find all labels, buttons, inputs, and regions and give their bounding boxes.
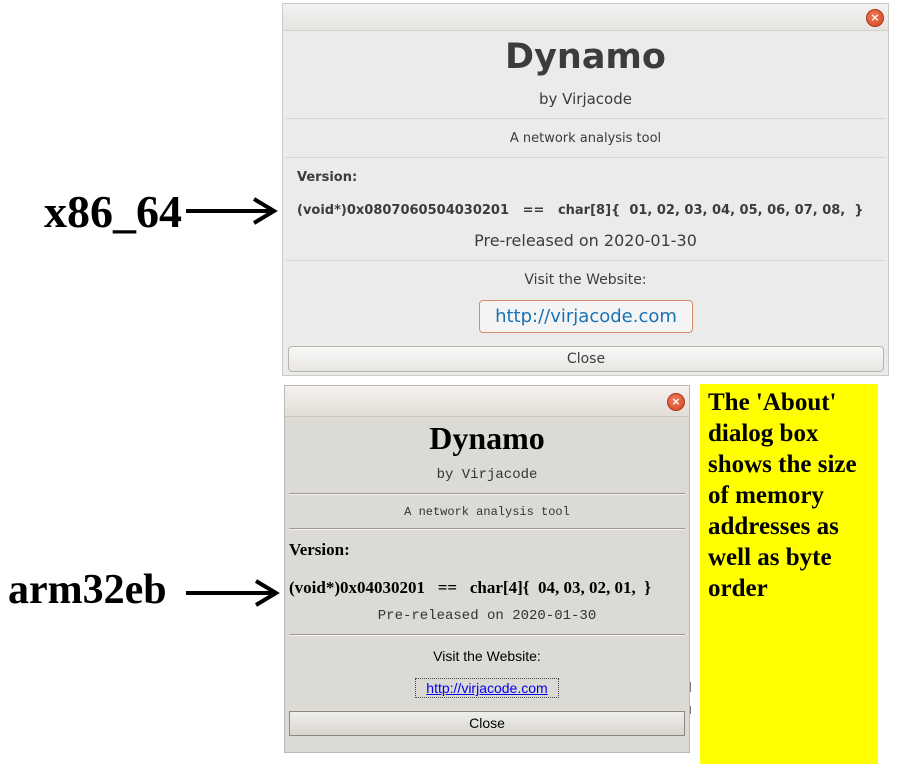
app-author: by Virjacode [436,467,538,483]
annotation-note: The 'About' dialog box shows the size of… [700,384,878,764]
close-icon[interactable]: × [667,393,685,411]
release-date: Pre-released on 2020-01-30 [377,608,597,624]
separator [289,634,685,636]
separator [289,528,685,530]
dialog-titlebar[interactable]: × [283,4,888,31]
arrow-right-icon [186,197,278,225]
divider [690,706,691,714]
app-title: Dynamo [429,420,545,456]
website-link[interactable]: http://virjacode.com [479,300,693,333]
version-heading: Version: [289,540,350,559]
separator [285,260,886,261]
about-dialog-x86-64: × Dynamo by Virjacode A network analysis… [282,3,889,376]
close-button[interactable]: Close [288,346,884,372]
visit-website-label: Visit the Website: [524,272,647,288]
visit-website-label: Visit the Website: [433,648,541,664]
release-date: Pre-released on 2020-01-30 [474,231,697,250]
separator [289,493,685,495]
app-description: A network analysis tool [404,505,570,519]
arrow-right-icon [186,579,280,607]
about-dialog-arm32eb: × Dynamo by Virjacode A network analysis… [284,385,691,753]
version-info: (void*)0x0807060504030201 == char[8]{ 01… [297,203,864,218]
separator [285,157,886,158]
app-author: by Virjacode [539,90,632,108]
arch-label-x86-64: x86_64 [44,186,182,237]
dialog-titlebar[interactable]: × [285,386,689,417]
app-title: Dynamo [505,37,666,77]
version-info: (void*)0x04030201 == char[4]{ 04, 03, 02… [289,578,651,597]
website-link[interactable]: http://virjacode.com [415,678,559,698]
divider [690,682,691,692]
version-heading: Version: [297,170,358,185]
close-button[interactable]: Close [289,711,685,736]
app-description: A network analysis tool [509,131,662,146]
close-icon[interactable]: × [866,9,884,27]
arch-label-arm32eb: arm32eb [8,567,167,613]
separator [285,118,886,119]
